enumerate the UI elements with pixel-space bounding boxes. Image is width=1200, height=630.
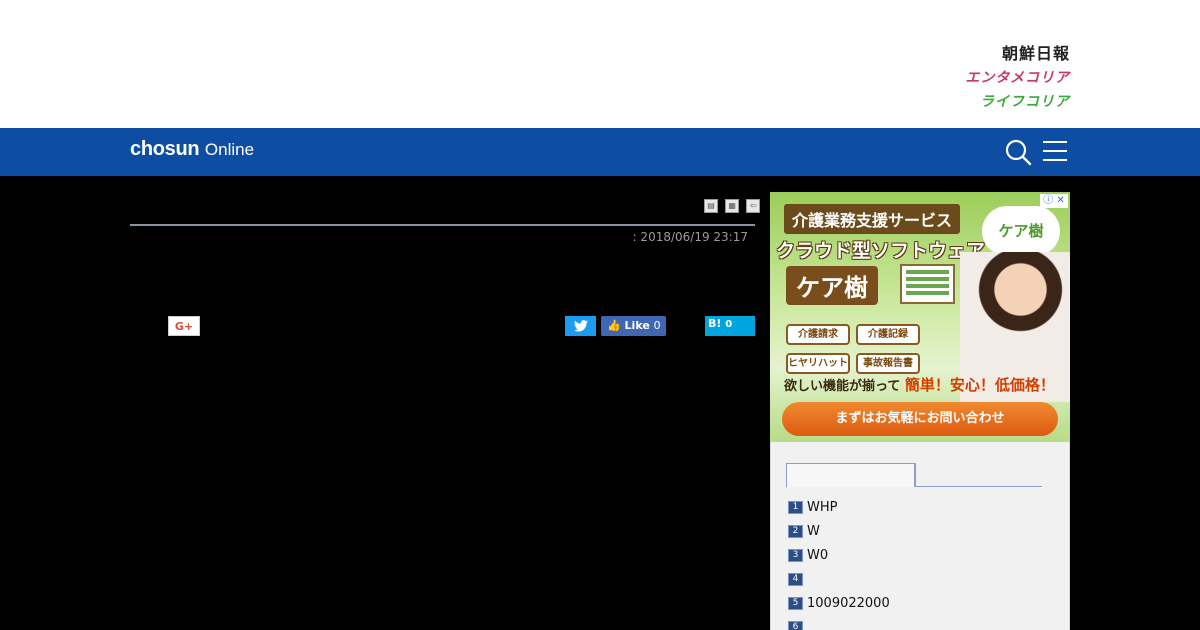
facebook-like-count: 0 xyxy=(653,319,661,332)
ad-tag: 介護記録 xyxy=(856,324,920,345)
hatena-bookmark-button[interactable]: B! 0 xyxy=(705,316,755,336)
rank-text: W0 xyxy=(807,548,829,563)
logo-light-text: Online xyxy=(204,140,255,159)
thumbs-up-icon: 👍 xyxy=(607,319,621,332)
ranking-item[interactable]: 5 1009022000 xyxy=(788,596,890,620)
ranking-list: 1 WHP 2W 3 W0 4 5 1009022000 6 xyxy=(788,500,890,630)
google-plus-label: G+ xyxy=(174,320,194,333)
text-size-icon[interactable]: ▦ xyxy=(725,199,740,213)
ad-tag: 事故報告書 xyxy=(856,353,920,374)
ad-tag: ヒヤリハット xyxy=(786,353,850,374)
ad-feature-tags: 介護請求 介護記録ヒヤリハット 事故報告書 xyxy=(786,322,956,380)
facebook-like-button[interactable]: 👍 Like 0 xyxy=(601,316,666,336)
brand-links: 朝鮮日報 エンタメコリア ライフコリア xyxy=(965,42,1070,114)
site-logo[interactable]: chosun Online xyxy=(130,138,254,161)
ranking-item[interactable]: 4 xyxy=(788,572,890,596)
twitter-share-button[interactable] xyxy=(565,316,596,336)
ad-product-name: ケア樹 xyxy=(786,266,878,305)
ad-logo: ケア樹 xyxy=(982,206,1060,256)
twitter-icon xyxy=(573,320,588,332)
article-date: : 2018/06/19 23:17 xyxy=(632,230,748,244)
ranking-item[interactable]: 2W xyxy=(788,524,890,548)
logo-bold-text: chosun xyxy=(130,138,200,160)
ranking-item[interactable]: 6 xyxy=(788,620,890,630)
ranking-tab-2[interactable] xyxy=(915,463,1042,487)
ad-subhead: クラウド型ソフトウェア xyxy=(776,240,986,262)
rank-number: 3 xyxy=(788,549,803,562)
ad-tagline-b: 簡単！安心！低価格！ xyxy=(904,376,1055,394)
rank-number: 2 xyxy=(788,525,803,538)
brand-link-chosun-ilbo[interactable]: 朝鮮日報 xyxy=(965,42,1070,66)
rank-text: 1009022000 xyxy=(807,596,890,611)
rank-text: WHP xyxy=(807,500,838,515)
print-icon[interactable]: ▤ xyxy=(704,199,718,213)
ad-screen-illustration xyxy=(900,264,955,304)
rank-number: 5 xyxy=(788,597,803,610)
ad-tag: 介護請求 xyxy=(786,324,850,345)
search-icon[interactable] xyxy=(1004,138,1032,166)
ranking-item[interactable]: 1 WHP xyxy=(788,500,890,524)
ad-contact-button[interactable]: まずはお気軽にお問い合わせ xyxy=(782,402,1058,436)
hatena-label: B! xyxy=(708,317,722,330)
rank-number: 1 xyxy=(788,501,803,514)
ranking-box: 1 WHP 2W 3 W0 4 5 1009022000 6 xyxy=(770,442,1070,630)
rank-text: W xyxy=(807,524,820,539)
hatena-count: 0 xyxy=(725,319,733,330)
ranking-tab-1[interactable] xyxy=(786,463,915,487)
ranking-item[interactable]: 3 W0 xyxy=(788,548,890,572)
sidebar-ad-banner[interactable]: ⓘ ✕ 介護業務支援サービス ケア樹 クラウド型ソフトウェア ケア樹 介護請求介… xyxy=(770,192,1070,442)
brand-link-life-korea[interactable]: ライフコリア xyxy=(965,90,1070,114)
article-tools: ▤ ▦ ⇦ xyxy=(702,193,761,213)
ad-tagline: 欲しい機能が揃って 簡単！安心！低価格！ xyxy=(784,374,1055,395)
rank-number: 4 xyxy=(788,573,803,586)
ad-headline: 介護業務支援サービス xyxy=(784,204,961,234)
hamburger-menu-icon[interactable] xyxy=(1043,141,1067,163)
brand-link-entame-korea[interactable]: エンタメコリア xyxy=(965,66,1070,90)
article-divider xyxy=(130,224,755,226)
ad-choices-close-icon[interactable]: ⓘ ✕ xyxy=(1040,194,1068,208)
google-plus-share-button[interactable]: G+ xyxy=(168,316,200,336)
main-navbar: chosun Online xyxy=(0,128,1200,176)
rank-number: 6 xyxy=(788,621,803,630)
top-header: 朝鮮日報 エンタメコリア ライフコリア xyxy=(0,0,1200,128)
back-icon[interactable]: ⇦ xyxy=(746,199,761,213)
ad-tagline-a: 欲しい機能が揃って xyxy=(784,379,901,394)
facebook-like-label: Like xyxy=(624,319,650,332)
